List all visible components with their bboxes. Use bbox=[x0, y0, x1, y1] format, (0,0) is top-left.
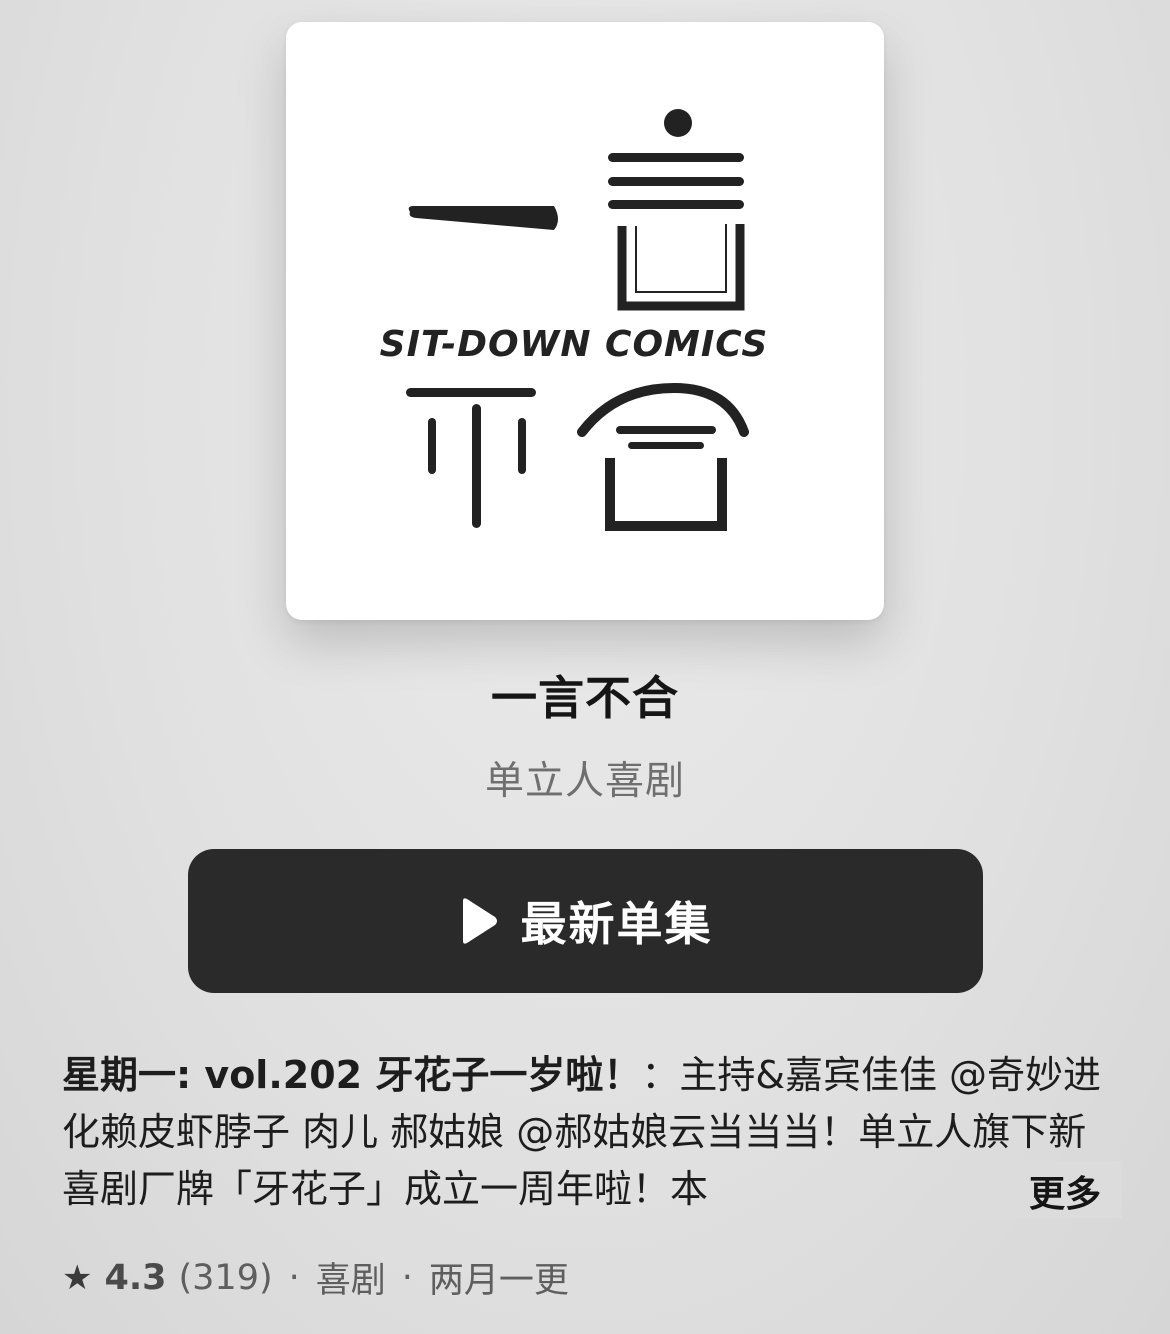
rating-value: 4.3 bbox=[104, 1257, 167, 1298]
separator: · bbox=[288, 1257, 300, 1298]
podcast-artwork: SIT-DOWN COMICS bbox=[286, 22, 884, 620]
podcast-author[interactable]: 单立人喜剧 bbox=[0, 750, 1170, 806]
update-frequency: 两月一更 bbox=[428, 1261, 569, 1301]
podcast-title: 一言不合 bbox=[491, 671, 679, 725]
logo-text: SIT-DOWN COMICS bbox=[380, 324, 769, 365]
play-button-label: 最新单集 bbox=[520, 897, 713, 951]
sit-down-comics-logo: SIT-DOWN COMICS bbox=[380, 109, 769, 531]
play-latest-episode-button[interactable]: 最新单集 bbox=[188, 849, 983, 993]
podcast-meta: ★ 4.3 (319) · 喜剧 · 两月一更 bbox=[62, 1252, 569, 1303]
star-icon: ★ bbox=[62, 1257, 93, 1298]
rating-count[interactable]: (319) bbox=[179, 1258, 273, 1298]
episode-title: 星期一: vol.202 牙花子一岁啦！ bbox=[62, 1053, 642, 1097]
more-button[interactable]: 更多 bbox=[1029, 1165, 1101, 1217]
episode-description[interactable]: 星期一: vol.202 牙花子一岁啦！：主持&嘉宾佳佳 @奇妙进化赖皮虾脖子 … bbox=[62, 1047, 1122, 1218]
separator: · bbox=[401, 1257, 413, 1298]
play-icon bbox=[462, 898, 497, 944]
genre[interactable]: 喜剧 bbox=[316, 1252, 386, 1303]
